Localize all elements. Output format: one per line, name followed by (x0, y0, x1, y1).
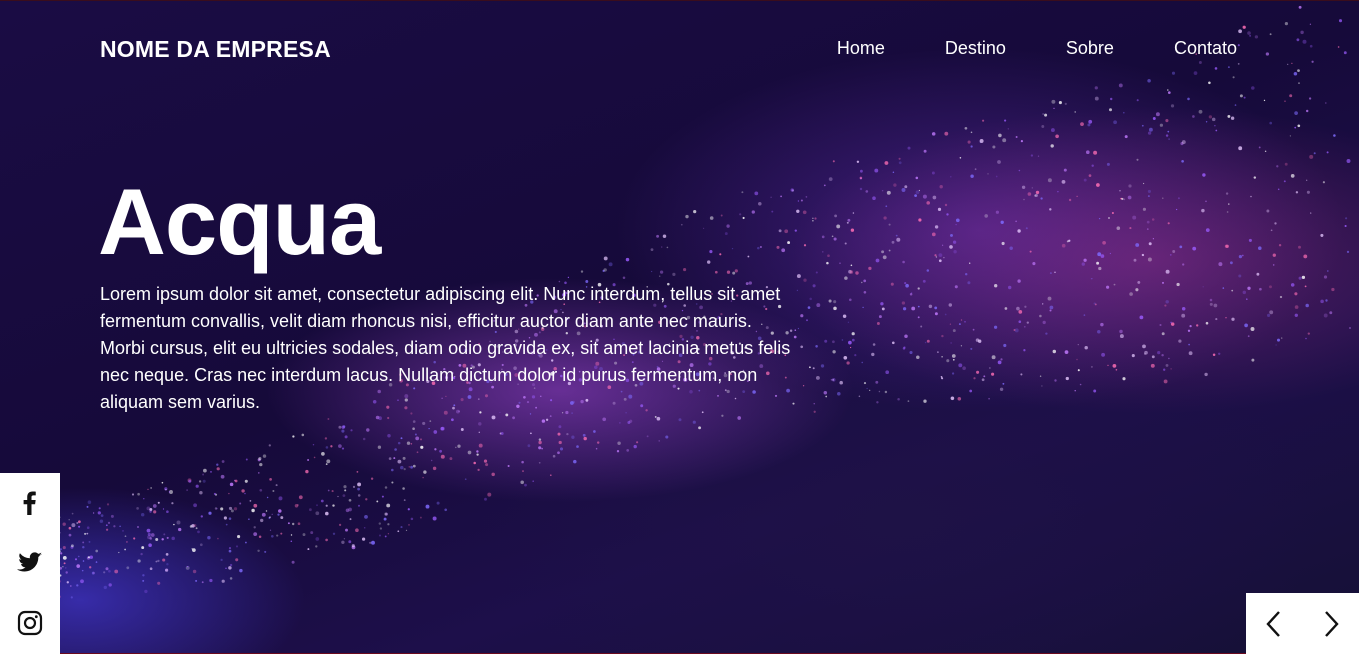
nav-link-sobre[interactable]: Sobre (1066, 38, 1114, 59)
twitter-link[interactable] (0, 533, 60, 593)
top-border (0, 0, 1359, 1)
next-slide-button[interactable] (1303, 593, 1359, 654)
main-nav: Home Destino Sobre Contato (837, 38, 1237, 59)
prev-slide-button[interactable] (1246, 593, 1302, 654)
hero-description: Lorem ipsum dolor sit amet, consectetur … (100, 284, 791, 412)
nav-link-home[interactable]: Home (837, 38, 885, 59)
instagram-link[interactable] (0, 593, 60, 653)
chevron-left-icon (1266, 610, 1280, 637)
facebook-link[interactable] (0, 473, 60, 533)
slider-controls (1246, 593, 1359, 654)
facebook-icon (23, 491, 36, 515)
social-sidebar (0, 473, 60, 654)
brand-logo-text[interactable]: NOME DA EMPRESA (100, 36, 331, 63)
hero-title: Acqua (98, 169, 381, 274)
twitter-icon (17, 552, 42, 572)
chevron-right-icon (1325, 610, 1339, 637)
instagram-icon (17, 610, 43, 636)
nav-link-destino[interactable]: Destino (945, 38, 1006, 59)
nav-link-contato[interactable]: Contato (1174, 38, 1237, 59)
